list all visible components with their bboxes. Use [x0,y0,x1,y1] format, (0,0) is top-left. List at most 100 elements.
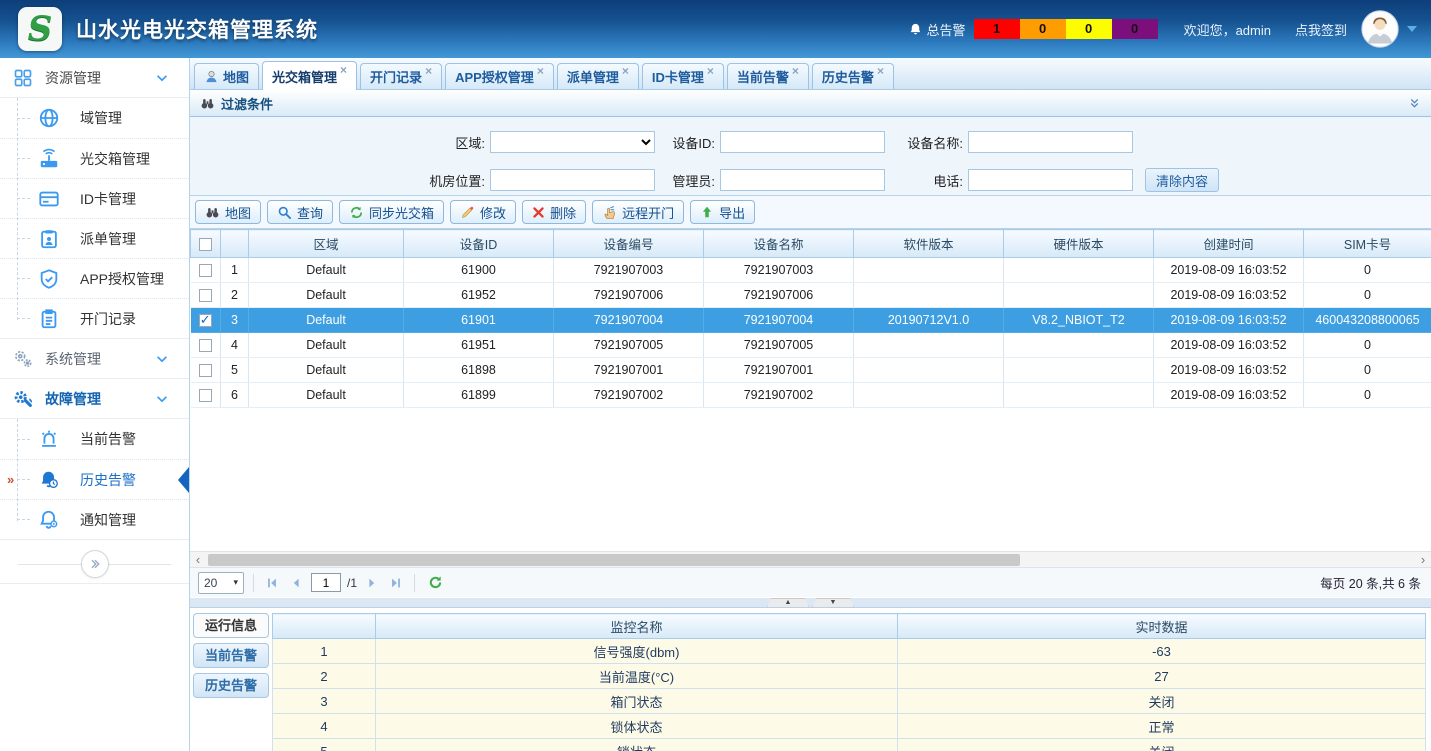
scroll-left-icon[interactable]: ‹ [190,552,206,567]
table-cell: 61951 [404,333,554,358]
sidebar-section-fault[interactable]: 故障管理 [0,379,189,419]
sidebar-item-id-card[interactable]: ID卡管理 [0,178,189,218]
alarm-badge-critical[interactable]: 1 [974,19,1020,39]
first-page-button[interactable] [263,576,281,590]
close-icon[interactable]: × [340,63,347,77]
sidebar-item-cabinet[interactable]: 光交箱管理 [0,138,189,178]
toolbar-button-label: 地图 [225,203,251,222]
close-icon[interactable]: × [792,64,799,78]
table-row[interactable]: 5Default61898792190700179219070012019-08… [191,358,1431,383]
region-select[interactable] [490,131,655,153]
table-cell: 0 [1304,358,1431,383]
delete-button[interactable]: 删除 [522,200,586,224]
map-button[interactable]: 地图 [195,200,261,224]
sidebar-item-current-alarm[interactable]: 当前告警 [0,419,189,459]
table-row[interactable]: 6Default61899792190700279219070022019-08… [191,383,1431,408]
scroll-right-icon[interactable]: › [1415,552,1431,567]
table-cell: 7921907004 [554,308,704,333]
collapse-up-icon[interactable]: ▲ [767,598,809,607]
table-cell: 7921907001 [554,358,704,383]
export-button[interactable]: 导出 [690,200,755,224]
tab-door-record[interactable]: 开门记录× [360,63,442,89]
dispatch-icon [36,228,61,250]
tab-map[interactable]: 地图 [194,63,259,89]
sidebar-item-app-auth[interactable]: APP授权管理 [0,258,189,298]
row-checkbox[interactable] [199,264,212,277]
row-number: 5 [221,358,249,383]
last-page-button[interactable] [387,576,405,590]
manager-input[interactable] [720,169,885,191]
column-header[interactable]: 区域 [249,230,404,258]
alarm-badge-major[interactable]: 0 [1020,19,1066,39]
column-header[interactable]: 设备ID [404,230,554,258]
page-size-select[interactable]: 20 ▾ [198,572,244,594]
table-row[interactable]: 4Default61951792190700579219070052019-08… [191,333,1431,358]
sidebar-item-notify[interactable]: 通知管理 [0,499,189,539]
row-checkbox[interactable] [199,314,212,327]
tab-current-alarm[interactable]: 当前告警× [727,63,809,89]
bottom-tab-current-alarm[interactable]: 当前告警 [193,643,269,668]
signin-button[interactable]: 点我签到 [1295,20,1347,39]
sidebar-item-door-record[interactable]: 开门记录 [0,298,189,338]
page-number-input[interactable] [311,573,341,592]
sidebar-item-dispatch[interactable]: 派单管理 [0,218,189,258]
alarm-badge-minor[interactable]: 0 [1066,19,1112,39]
sidebar-section-resource[interactable]: 资源管理 [0,58,189,98]
query-button[interactable]: 查询 [267,200,333,224]
collapse-filter-icon[interactable] [1408,97,1421,110]
bottom-tab-history-alarm[interactable]: 历史告警 [193,673,269,698]
tab-history-alarm[interactable]: 历史告警× [812,63,894,89]
sidebar-section-system[interactable]: 系统管理 [0,339,189,379]
table-row[interactable]: 3Default61901792190700479219070042019071… [191,308,1431,333]
close-icon[interactable]: × [707,64,714,78]
row-checkbox[interactable] [199,289,212,302]
edit-icon [460,205,475,220]
table-cell: 61952 [404,283,554,308]
scrollbar-thumb[interactable] [208,554,1020,566]
table-cell: Default [249,333,404,358]
next-page-button[interactable] [363,576,381,590]
column-header[interactable]: SIM卡号 [1304,230,1431,258]
sidebar-collapse-button[interactable] [0,544,189,584]
device-id-input[interactable] [720,131,885,153]
device-name-input[interactable] [968,131,1133,153]
bottom-panel: 运行信息当前告警历史告警 监控名称实时数据1信号强度(dbm)-632当前温度(… [190,608,1431,751]
filter-body: 区域:设备ID:设备名称: 机房位置:管理员:电话:清除内容 [190,117,1431,195]
select-all-checkbox[interactable] [199,238,212,251]
prev-page-button[interactable] [287,576,305,590]
user-menu-chevron-icon[interactable] [1407,26,1417,32]
row-number: 3 [221,308,249,333]
bottom-tab-running-info[interactable]: 运行信息 [193,613,269,638]
phone-input[interactable] [968,169,1133,191]
tab-dispatch[interactable]: 派单管理× [557,63,639,89]
close-icon[interactable]: × [425,64,432,78]
tab-cabinet[interactable]: 光交箱管理× [262,61,357,90]
sidebar-item-history-alarm[interactable]: »历史告警 [0,459,189,499]
alarm-badge-warning[interactable]: 0 [1112,19,1158,39]
refresh-icon[interactable] [428,575,443,590]
tab-app-auth[interactable]: APP授权管理× [445,63,554,89]
room-location-input[interactable] [490,169,655,191]
close-icon[interactable]: × [537,64,544,78]
clear-button[interactable]: 清除内容 [1145,168,1219,192]
remote-open-button[interactable]: 远程开门 [592,200,684,224]
close-icon[interactable]: × [877,64,884,78]
row-checkbox[interactable] [199,389,212,402]
page-total: /1 [347,576,357,590]
tab-id-card[interactable]: ID卡管理× [642,63,724,89]
table-row[interactable]: 1Default61900792190700379219070032019-08… [191,258,1431,283]
column-header[interactable]: 设备名称 [704,230,854,258]
column-header[interactable]: 创建时间 [1154,230,1304,258]
column-header[interactable]: 硬件版本 [1004,230,1154,258]
column-header[interactable]: 设备编号 [554,230,704,258]
row-checkbox[interactable] [199,364,212,377]
collapse-down-icon[interactable]: ▼ [812,598,854,607]
modify-button[interactable]: 修改 [450,200,516,224]
sync-button[interactable]: 同步光交箱 [339,200,444,224]
user-avatar[interactable] [1361,10,1399,48]
close-icon[interactable]: × [622,64,629,78]
table-row[interactable]: 2Default61952792190700679219070062019-08… [191,283,1431,308]
sidebar-item-domain[interactable]: 域管理 [0,98,189,138]
column-header[interactable]: 软件版本 [854,230,1004,258]
row-checkbox[interactable] [199,339,212,352]
